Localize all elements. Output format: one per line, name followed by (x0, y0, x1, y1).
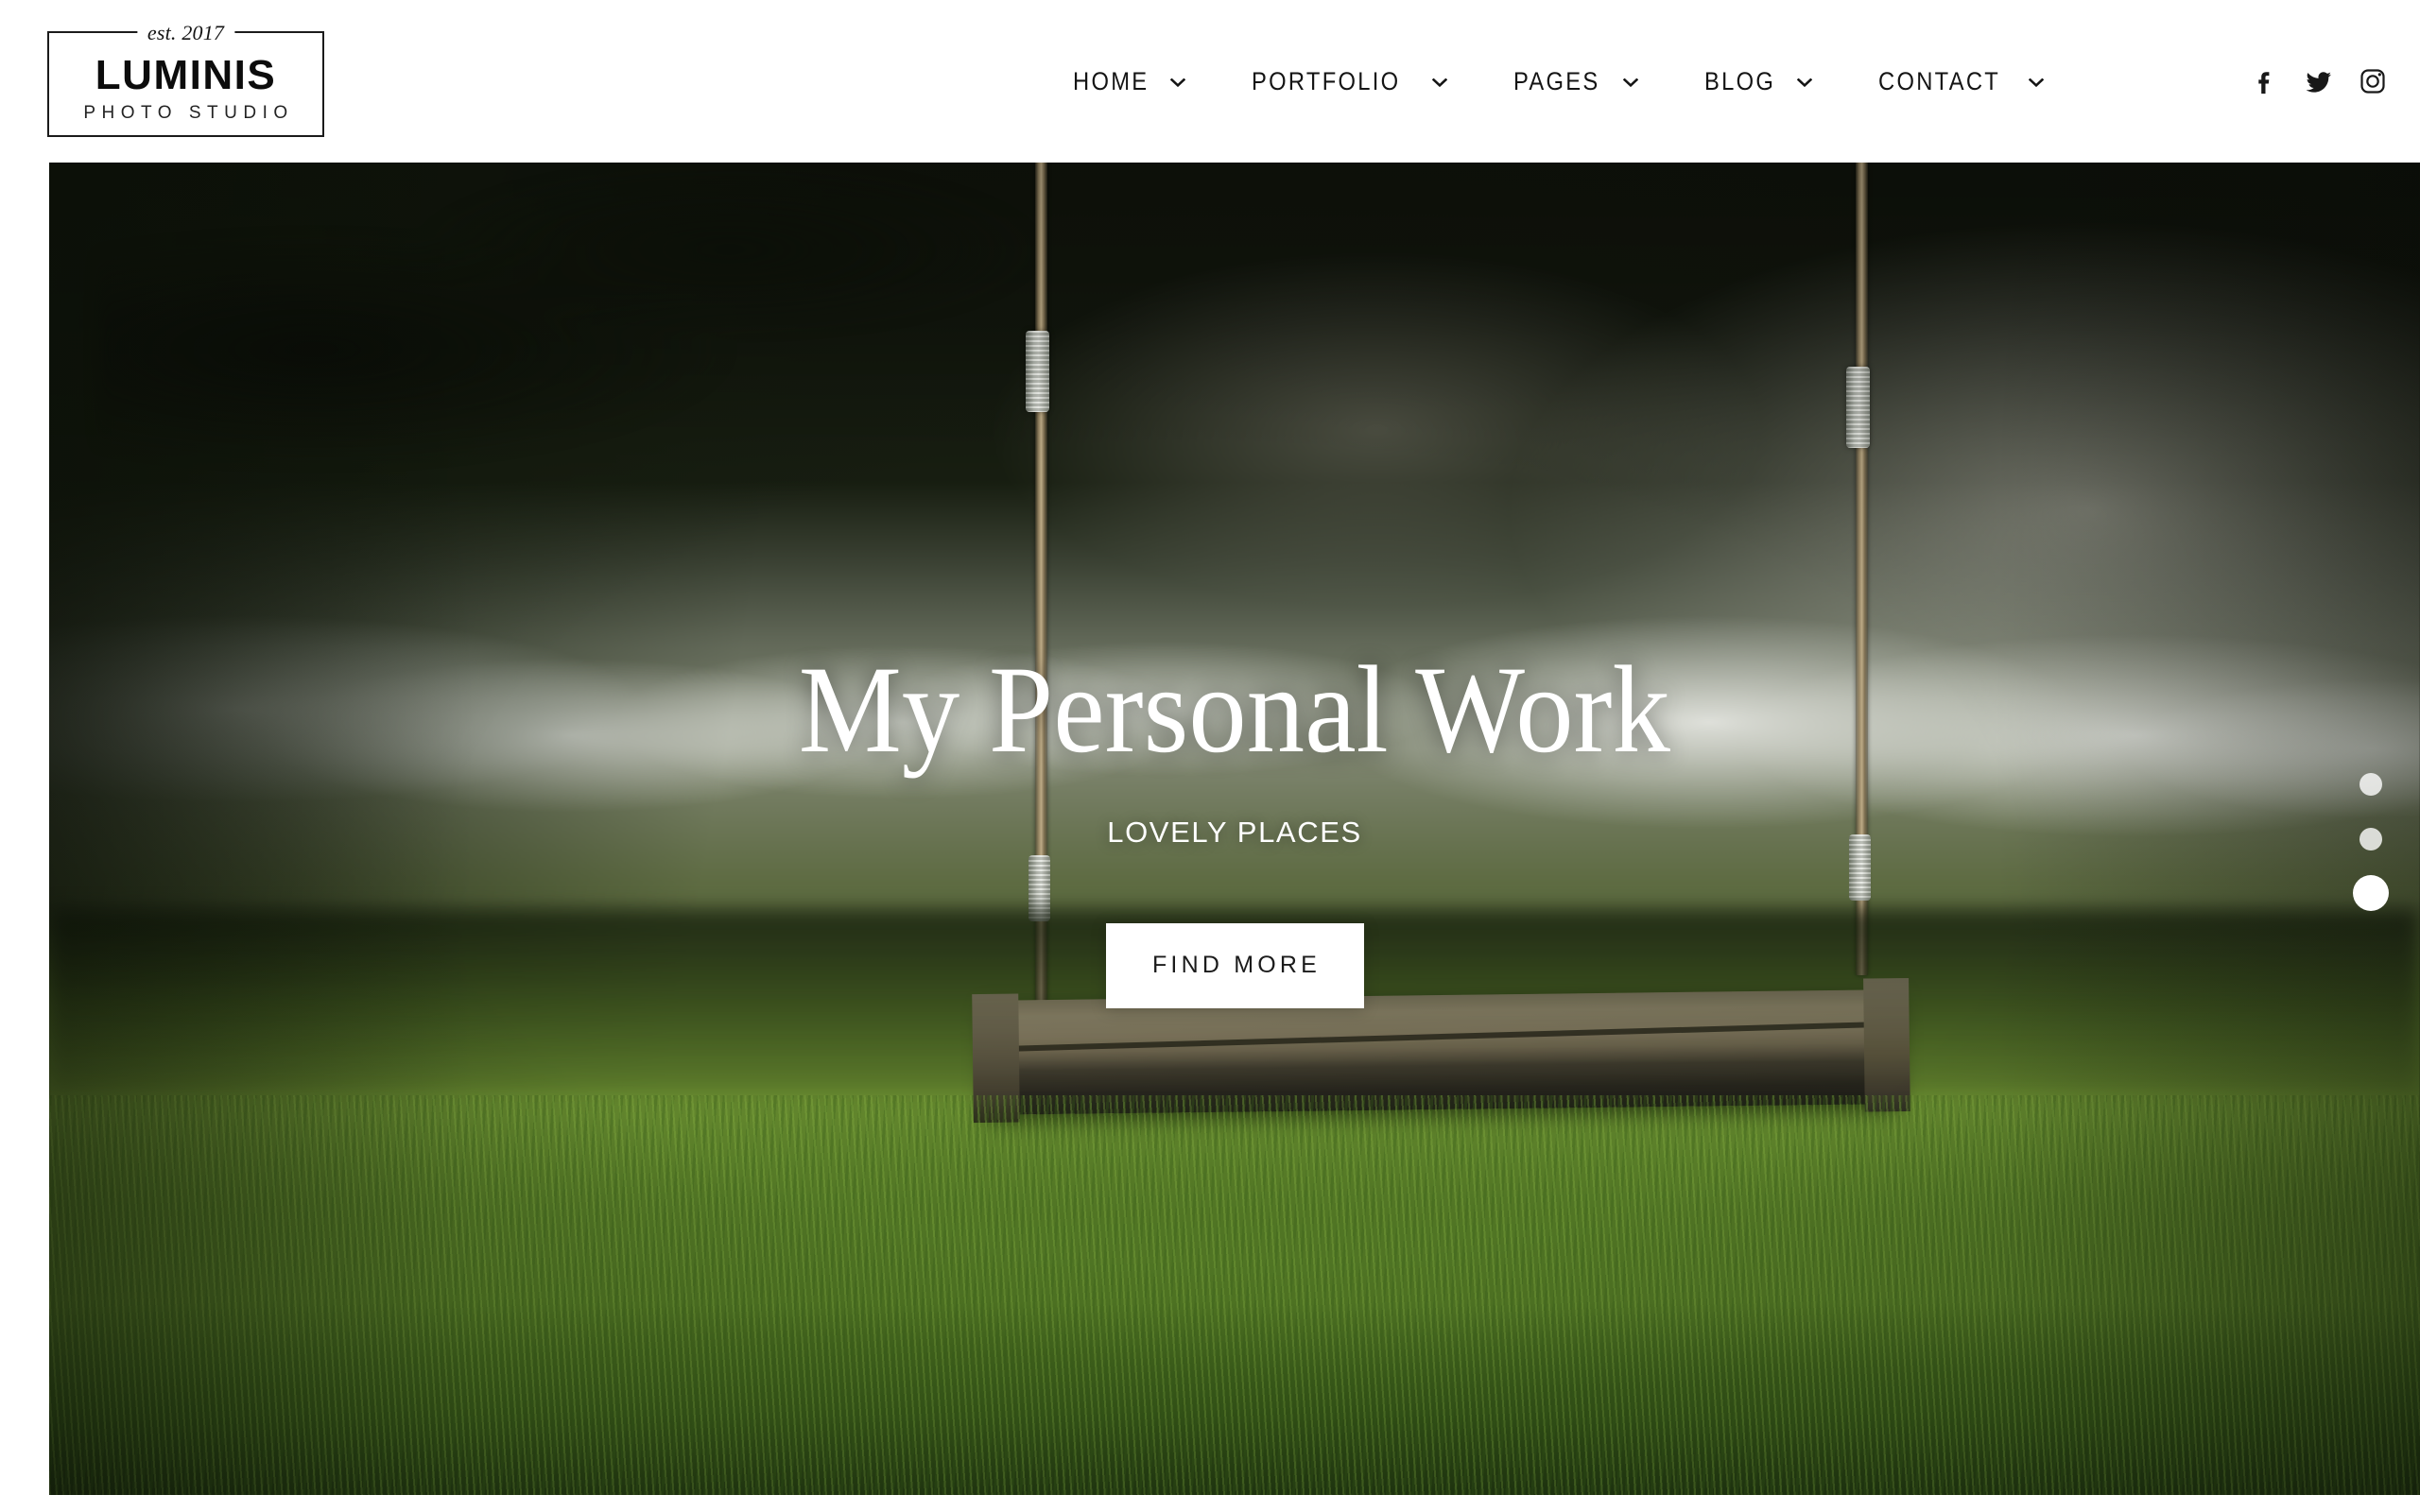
hero-subtitle: LOVELY PLACES (1107, 815, 1362, 849)
social-links (2250, 0, 2388, 163)
chevron-down-icon (1432, 78, 1448, 88)
page-root: est. 2017 LUMINIS PHOTO STUDIO HOME PORT… (0, 0, 2420, 1512)
slider-dot-3-active[interactable] (2353, 875, 2389, 911)
nav-label-blog: BLOG (1704, 66, 1776, 95)
nav-label-home: HOME (1073, 66, 1150, 95)
nav-label-contact: CONTACT (1877, 66, 2000, 95)
chevron-down-icon (1623, 78, 1639, 88)
logo-established-text: est. 2017 (136, 21, 235, 45)
logo-tagline: PHOTO STUDIO (83, 103, 294, 123)
nav-item-pages[interactable]: PAGES (1480, 0, 1671, 163)
facebook-icon[interactable] (2250, 66, 2280, 96)
instagram-icon[interactable] (2358, 66, 2388, 96)
main-navigation: HOME PORTFOLIO PAGES BLOG CONTACT (1040, 0, 2077, 163)
logo-brand-name: LUMINIS (95, 52, 277, 98)
nav-item-blog[interactable]: BLOG (1671, 0, 1844, 163)
find-more-button[interactable]: FIND MORE (1105, 922, 1364, 1008)
hero-content: My Personal Work LOVELY PLACES FIND MORE (49, 163, 2420, 1495)
twitter-icon[interactable] (2304, 66, 2334, 96)
nav-item-contact[interactable]: CONTACT (1845, 0, 2077, 163)
nav-item-portfolio[interactable]: PORTFOLIO (1219, 0, 1480, 163)
nav-label-pages: PAGES (1513, 66, 1600, 95)
slider-dot-1[interactable] (2360, 773, 2382, 796)
chevron-down-icon (2028, 78, 2044, 88)
site-logo[interactable]: est. 2017 LUMINIS PHOTO STUDIO (47, 21, 324, 137)
nav-label-portfolio: PORTFOLIO (1252, 66, 1401, 95)
hero-slider: My Personal Work LOVELY PLACES FIND MORE (49, 163, 2420, 1495)
hero-title: My Personal Work (798, 640, 1671, 779)
slider-dot-2[interactable] (2360, 828, 2382, 850)
nav-item-home[interactable]: HOME (1040, 0, 1219, 163)
chevron-down-icon (1796, 78, 1812, 88)
slider-pagination (2353, 773, 2389, 911)
site-header: est. 2017 LUMINIS PHOTO STUDIO HOME PORT… (0, 0, 2420, 163)
chevron-down-icon (1170, 78, 1186, 88)
